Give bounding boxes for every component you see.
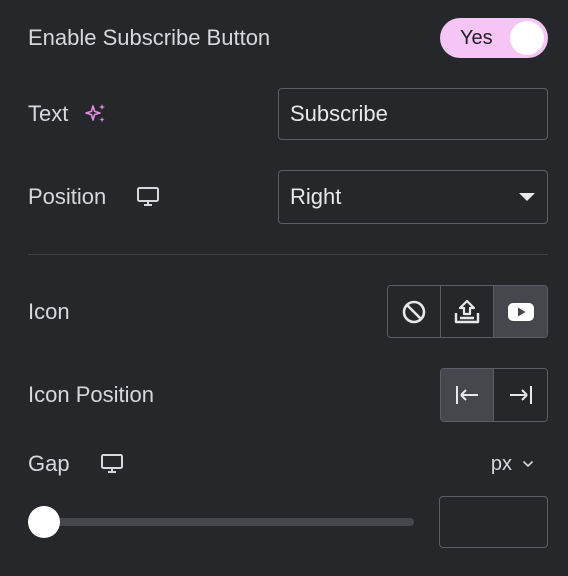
align-end-icon: [508, 383, 534, 407]
align-start-icon: [454, 383, 480, 407]
text-row: Text: [28, 88, 548, 140]
icon-option-youtube[interactable]: [494, 286, 547, 337]
youtube-icon: [507, 301, 535, 323]
caret-down-icon: [518, 191, 536, 203]
subscribe-text-input[interactable]: [278, 88, 548, 140]
ai-sparkle-icon[interactable]: [84, 102, 108, 126]
gap-unit-label: px: [490, 452, 512, 475]
icon-position-after[interactable]: [494, 369, 547, 421]
gap-slider-track[interactable]: [28, 518, 414, 526]
toggle-knob: [510, 21, 544, 55]
icon-option-upload[interactable]: [441, 286, 494, 337]
position-label: Position: [28, 184, 107, 209]
chevron-down-icon: [522, 460, 534, 468]
icon-position-row: Icon Position: [28, 368, 548, 422]
desktop-icon[interactable]: [100, 453, 124, 475]
gap-unit-select[interactable]: px: [491, 453, 534, 476]
icon-option-none[interactable]: [388, 286, 441, 337]
gap-slider[interactable]: [28, 496, 414, 548]
icon-position-before[interactable]: [441, 369, 494, 421]
icon-row: Icon: [28, 285, 548, 338]
enable-subscribe-toggle[interactable]: Yes: [440, 18, 548, 58]
gap-row: Gap px: [28, 446, 548, 482]
position-row: Position Right: [28, 170, 548, 224]
desktop-icon[interactable]: [136, 186, 160, 208]
upload-icon: [453, 299, 481, 325]
position-label-wrap: Position: [28, 184, 160, 210]
enable-subscribe-row: Enable Subscribe Button Yes: [28, 18, 548, 58]
position-select[interactable]: Right: [278, 170, 548, 224]
position-selected-value: Right: [290, 184, 342, 209]
toggle-label: Yes: [460, 27, 493, 49]
gap-value-input[interactable]: [439, 496, 548, 548]
icon-label: Icon: [28, 298, 70, 324]
none-icon: [401, 299, 427, 325]
gap-slider-thumb[interactable]: [28, 506, 60, 538]
icon-choice-group: [387, 285, 548, 338]
gap-label: Gap: [28, 451, 70, 476]
gap-label-wrap: Gap: [28, 451, 124, 477]
section-divider: [28, 254, 548, 255]
icon-position-label: Icon Position: [28, 382, 154, 407]
text-label-wrap: Text: [28, 101, 108, 127]
text-label: Text: [28, 101, 69, 126]
enable-subscribe-label: Enable Subscribe Button: [28, 25, 271, 50]
icon-position-group: [440, 368, 548, 422]
